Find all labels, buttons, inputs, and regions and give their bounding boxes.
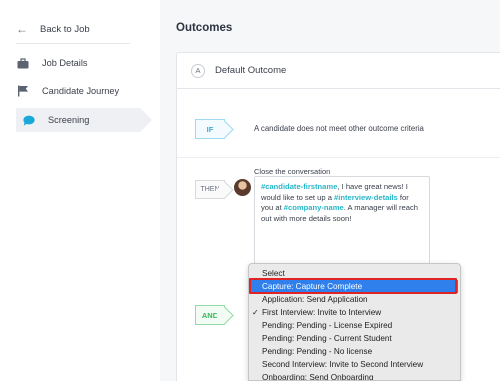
then-tag: THEN [195, 180, 225, 199]
avatar [234, 179, 251, 196]
if-condition-text: A candidate does not meet other outcome … [254, 124, 424, 133]
dropdown-option[interactable]: Application: Send Application [249, 293, 460, 306]
sidebar-item-label: Screening [48, 115, 90, 125]
if-tag: IF [195, 119, 225, 139]
dropdown-option[interactable]: Onboarding: Send Onboarding [249, 371, 460, 381]
outcome-name: Default Outcome [215, 65, 287, 76]
option-label: Onboarding: Send Onboarding [262, 373, 374, 381]
highlight-frame [249, 278, 457, 294]
sidebar-item-label: Candidate Journey [42, 86, 120, 96]
rule-divider [177, 157, 500, 158]
token-company-name: #company-name [283, 203, 344, 212]
and-tag: AND [195, 305, 225, 325]
then-tag-label: THEN [200, 186, 220, 193]
then-action-label: Close the conversation [254, 167, 331, 176]
option-label: Second Interview: Invite to Second Inter… [262, 360, 424, 369]
sidebar-item-label: Job Details [42, 58, 88, 68]
option-label: Select [262, 269, 285, 278]
option-label: Pending: Pending - License Expired [262, 321, 393, 330]
outcome-badge: A [191, 63, 205, 78]
token-candidate-firstname: #candidate-firstname [261, 182, 338, 191]
token-interview-details: #interview-details [334, 192, 398, 202]
outcome-header[interactable]: A Default Outcome [177, 53, 500, 89]
arrow-left-icon: ← [16, 22, 28, 36]
option-label: Pending: Pending - No license [262, 347, 373, 356]
option-label: First Interview: Invite to Interview [262, 308, 382, 317]
back-to-job-link[interactable]: ← Back to Job [16, 18, 90, 40]
dropdown-option[interactable]: Pending: Pending - License Expired [249, 319, 460, 332]
sidebar-item-job-details[interactable]: Job Details [16, 52, 130, 74]
dropdown-option[interactable]: Second Interview: Invite to Second Inter… [249, 358, 460, 371]
page-title: Outcomes [176, 22, 233, 34]
option-label: Application: Send Application [262, 295, 368, 304]
sidebar: ← Back to Job Job Details Candidate Jour… [0, 0, 152, 381]
message-textarea[interactable]: #candidate-firstname, I have great news!… [254, 176, 430, 276]
briefcase-icon [16, 57, 30, 69]
dropdown-option-selected[interactable]: ✓ First Interview: Invite to Interview [249, 306, 460, 319]
sidebar-divider [16, 43, 130, 44]
chat-bubble-icon [22, 114, 36, 126]
if-tag-label: IF [206, 124, 214, 134]
sidebar-item-candidate-journey[interactable]: Candidate Journey [16, 80, 130, 102]
option-label: Pending: Pending - Current Student [262, 334, 392, 343]
flag-icon [16, 85, 30, 97]
dropdown-option[interactable]: Pending: Pending - Current Student [249, 332, 460, 345]
and-tag-label: AND [201, 310, 219, 320]
dropdown-option[interactable]: Pending: Pending - No license [249, 345, 460, 358]
checkmark-icon: ✓ [252, 308, 259, 317]
sidebar-item-screening[interactable]: Screening [16, 108, 152, 132]
back-label: Back to Job [40, 23, 90, 35]
